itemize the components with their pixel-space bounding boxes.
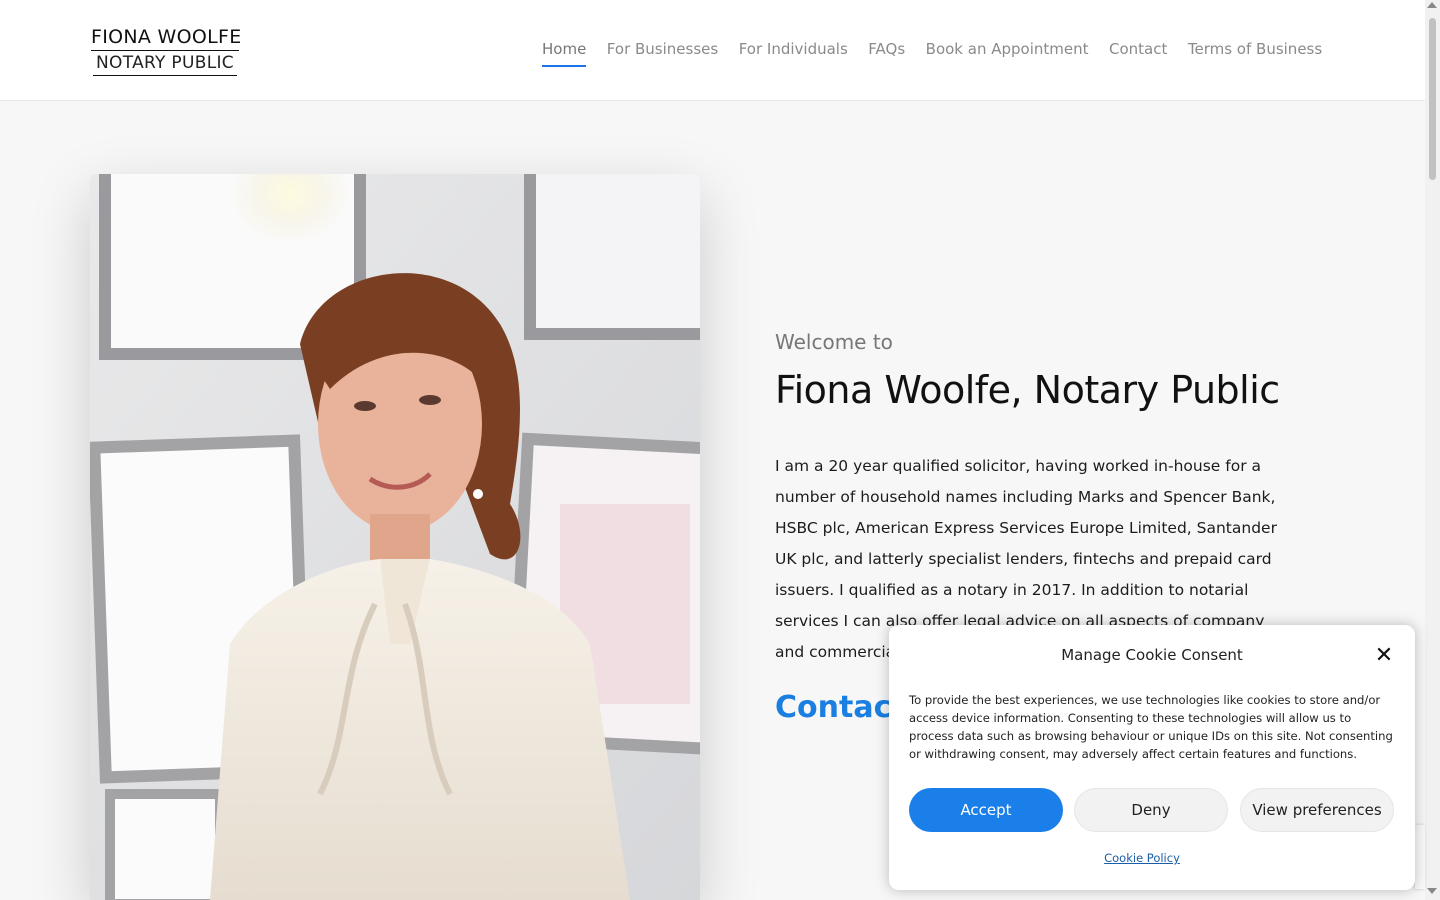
close-icon[interactable]: ✕ (1373, 645, 1395, 667)
nav-contact[interactable]: Contact (1109, 38, 1167, 67)
welcome-text: Welcome to (775, 330, 893, 354)
accept-button[interactable]: Accept (909, 788, 1063, 832)
nav-for-businesses[interactable]: For Businesses (607, 38, 718, 67)
site-logo[interactable]: FIONA WOOLFE NOTARY PUBLIC (91, 26, 241, 76)
contact-link[interactable]: Contact (775, 690, 906, 725)
deny-button[interactable]: Deny (1074, 788, 1228, 832)
recaptcha-badge[interactable] (1415, 825, 1425, 889)
main-nav: Home For Businesses For Individuals FAQs… (542, 38, 1343, 67)
logo-name: FIONA WOOLFE (91, 26, 241, 51)
view-preferences-button[interactable]: View preferences (1240, 788, 1394, 832)
nav-terms[interactable]: Terms of Business (1188, 38, 1322, 67)
cookie-dialog-title: Manage Cookie Consent (1061, 646, 1243, 664)
cookie-policy-link[interactable]: Cookie Policy (889, 851, 1395, 865)
logo-subtitle: NOTARY PUBLIC (93, 51, 237, 76)
site-header: FIONA WOOLFE NOTARY PUBLIC Home For Busi… (0, 0, 1425, 101)
nav-book-appointment[interactable]: Book an Appointment (926, 38, 1089, 67)
nav-faqs[interactable]: FAQs (868, 38, 905, 67)
portrait-photo (90, 174, 700, 900)
page-title: Fiona Woolfe, Notary Public (775, 368, 1280, 412)
scroll-down-arrow-icon[interactable] (1427, 888, 1437, 894)
scrollbar-thumb[interactable] (1429, 18, 1436, 180)
cookie-description: To provide the best experiences, we use … (909, 693, 1393, 761)
cookie-consent-dialog: Manage Cookie Consent ✕ To provide the b… (889, 625, 1415, 890)
nav-for-individuals[interactable]: For Individuals (739, 38, 848, 67)
nav-home[interactable]: Home (542, 38, 587, 67)
scroll-up-arrow-icon[interactable] (1427, 2, 1437, 8)
